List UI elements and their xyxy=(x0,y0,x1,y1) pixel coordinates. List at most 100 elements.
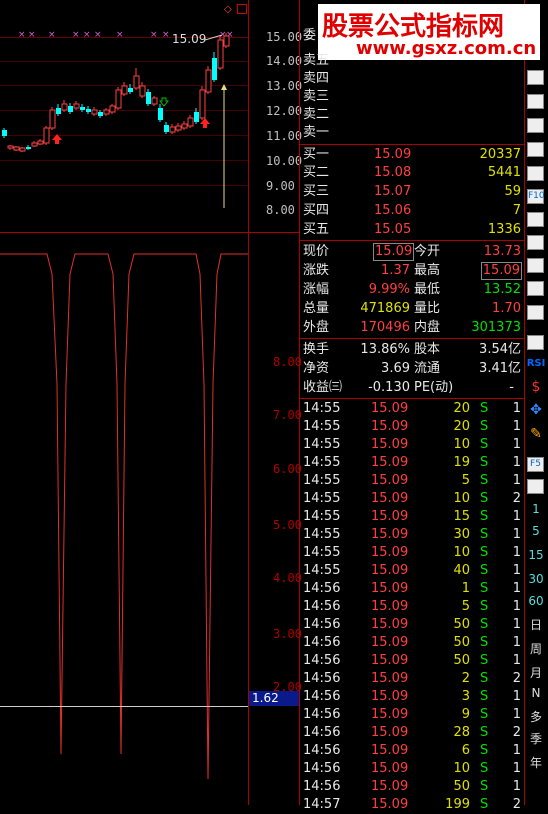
tick-price: 15.09 xyxy=(371,689,409,704)
candle-body xyxy=(151,97,158,105)
tick-price: 15.09 xyxy=(371,671,409,686)
f11-icon[interactable] xyxy=(527,258,544,273)
ask-row[interactable]: 卖四 xyxy=(300,70,524,88)
ask-row[interactable]: 卖二 xyxy=(300,106,524,124)
f7-icon[interactable] xyxy=(527,281,544,296)
period-button-0[interactable]: 1 xyxy=(525,502,547,516)
period-button-5[interactable]: 日 xyxy=(525,616,547,633)
candle-icon[interactable] xyxy=(527,142,544,157)
tick-price: 15.09 xyxy=(371,419,409,434)
tick-side: S xyxy=(480,437,489,452)
f5-icon[interactable]: F5 xyxy=(527,457,544,472)
candle-body xyxy=(56,108,61,114)
marker: × xyxy=(18,30,26,40)
tick-vol: 9 xyxy=(461,707,470,722)
bid-row[interactable]: 买五 15.05 1336 xyxy=(300,221,524,239)
quote-row: 涨幅 9.99% 最低 13.52 xyxy=(303,282,521,297)
bid-row[interactable]: 买一 15.09 20337 xyxy=(300,146,524,164)
tick-n: 1 xyxy=(512,527,521,542)
tick-price: 15.09 xyxy=(371,401,409,416)
tick-vol: 10 xyxy=(453,761,470,776)
tick-time: 14:55 xyxy=(303,545,341,560)
tick-n: 1 xyxy=(512,473,521,488)
tick-row: 14:56 15.09 1 S 1 xyxy=(300,580,524,598)
tick-n: 1 xyxy=(512,779,521,794)
indicator-tick: 5.00 xyxy=(273,518,302,532)
tick-row: 14:56 15.09 5 S 1 xyxy=(300,598,524,616)
bid-row[interactable]: 买四 15.06 7 xyxy=(300,202,524,220)
chart-area[interactable]: 15.00 14.00 13.00 12.00 11.00 10.00 9.00… xyxy=(0,0,302,805)
period-button-8[interactable]: N xyxy=(525,686,547,700)
rsi-icon[interactable]: RSI xyxy=(525,358,547,369)
ask-row[interactable]: 卖一 xyxy=(300,124,524,142)
corner-box[interactable] xyxy=(237,4,247,14)
candlestick-chart: × × × × × × × × × × × ◇ xyxy=(2,4,234,208)
bid-row[interactable]: 买三 15.07 59 xyxy=(300,183,524,201)
tick-time: 14:56 xyxy=(303,779,341,794)
quote-row: 外盘 170496 内盘 301373 xyxy=(303,320,521,335)
tick-time: 14:56 xyxy=(303,671,341,686)
chart-icon[interactable] xyxy=(527,70,544,85)
period-button-4[interactable]: 60 xyxy=(525,594,547,608)
current-value-text: 1.62 xyxy=(252,691,279,705)
refresh-icon[interactable] xyxy=(527,479,544,494)
tick-side: S xyxy=(480,653,489,668)
tick-price: 15.09 xyxy=(371,707,409,722)
tick-vol: 1 xyxy=(461,581,470,596)
tick-vol: 20 xyxy=(453,401,470,416)
tools-icon[interactable] xyxy=(527,305,544,320)
candle-body xyxy=(91,109,98,115)
period-button-2[interactable]: 15 xyxy=(525,548,547,562)
candle-body xyxy=(217,39,224,69)
candle-body xyxy=(133,75,140,89)
candle-body xyxy=(205,69,212,93)
bid-row[interactable]: 买二 15.08 5441 xyxy=(300,164,524,182)
tick-row: 14:55 15.09 5 S 1 xyxy=(300,472,524,490)
tick-n: 1 xyxy=(512,635,521,650)
period-button-3[interactable]: 30 xyxy=(525,572,547,586)
tick-n: 1 xyxy=(512,761,521,776)
ma-icon[interactable] xyxy=(527,118,544,133)
marker: × xyxy=(150,30,158,40)
ask-row[interactable]: 卖五 xyxy=(300,52,524,70)
ask-row[interactable]: 卖三 xyxy=(300,88,524,106)
tick-time: 14:56 xyxy=(303,743,341,758)
marker: × xyxy=(94,30,102,40)
period-button-1[interactable]: 5 xyxy=(525,524,547,538)
candles xyxy=(2,33,230,152)
period-button-11[interactable]: 年 xyxy=(525,754,547,771)
tick-row: 14:55 15.09 20 S 1 xyxy=(300,400,524,418)
tick-time: 14:55 xyxy=(303,527,341,542)
period-button-10[interactable]: 季 xyxy=(525,730,547,747)
candle-body xyxy=(199,89,206,119)
tick-side: S xyxy=(480,401,489,416)
tick-price: 15.09 xyxy=(371,797,409,812)
candle-body xyxy=(115,89,122,109)
tick-side: S xyxy=(480,797,489,812)
pen-icon[interactable]: ✎ xyxy=(525,426,547,442)
candle-body xyxy=(19,147,26,152)
wave-icon[interactable] xyxy=(527,335,544,350)
indicator-tick: 4.00 xyxy=(273,571,302,585)
tick-row: 14:56 15.09 6 S 1 xyxy=(300,742,524,760)
candle-body xyxy=(169,126,176,133)
kline-icon[interactable] xyxy=(527,94,544,109)
tick-price: 15.09 xyxy=(371,779,409,794)
ask-header: 委 xyxy=(303,28,317,43)
marker: × xyxy=(28,30,36,40)
list-icon[interactable] xyxy=(527,166,544,181)
candle-body xyxy=(164,125,169,132)
period-button-9[interactable]: 多 xyxy=(525,708,547,725)
tick-time: 14:56 xyxy=(303,599,341,614)
tick-row: 14:56 15.09 28 S 2 xyxy=(300,724,524,742)
period-button-7[interactable]: 月 xyxy=(525,664,547,681)
period-button-6[interactable]: 周 xyxy=(525,640,547,657)
move-icon[interactable]: ✥ xyxy=(525,402,547,418)
f10b-icon[interactable] xyxy=(527,212,544,227)
candle-body xyxy=(2,130,7,136)
tick-row: 14:55 15.09 40 S 1 xyxy=(300,562,524,580)
f10-icon[interactable]: F10 xyxy=(527,189,545,204)
money-icon[interactable] xyxy=(527,235,544,250)
dollar-icon[interactable]: $ xyxy=(525,379,547,395)
current-value-line xyxy=(0,706,248,707)
